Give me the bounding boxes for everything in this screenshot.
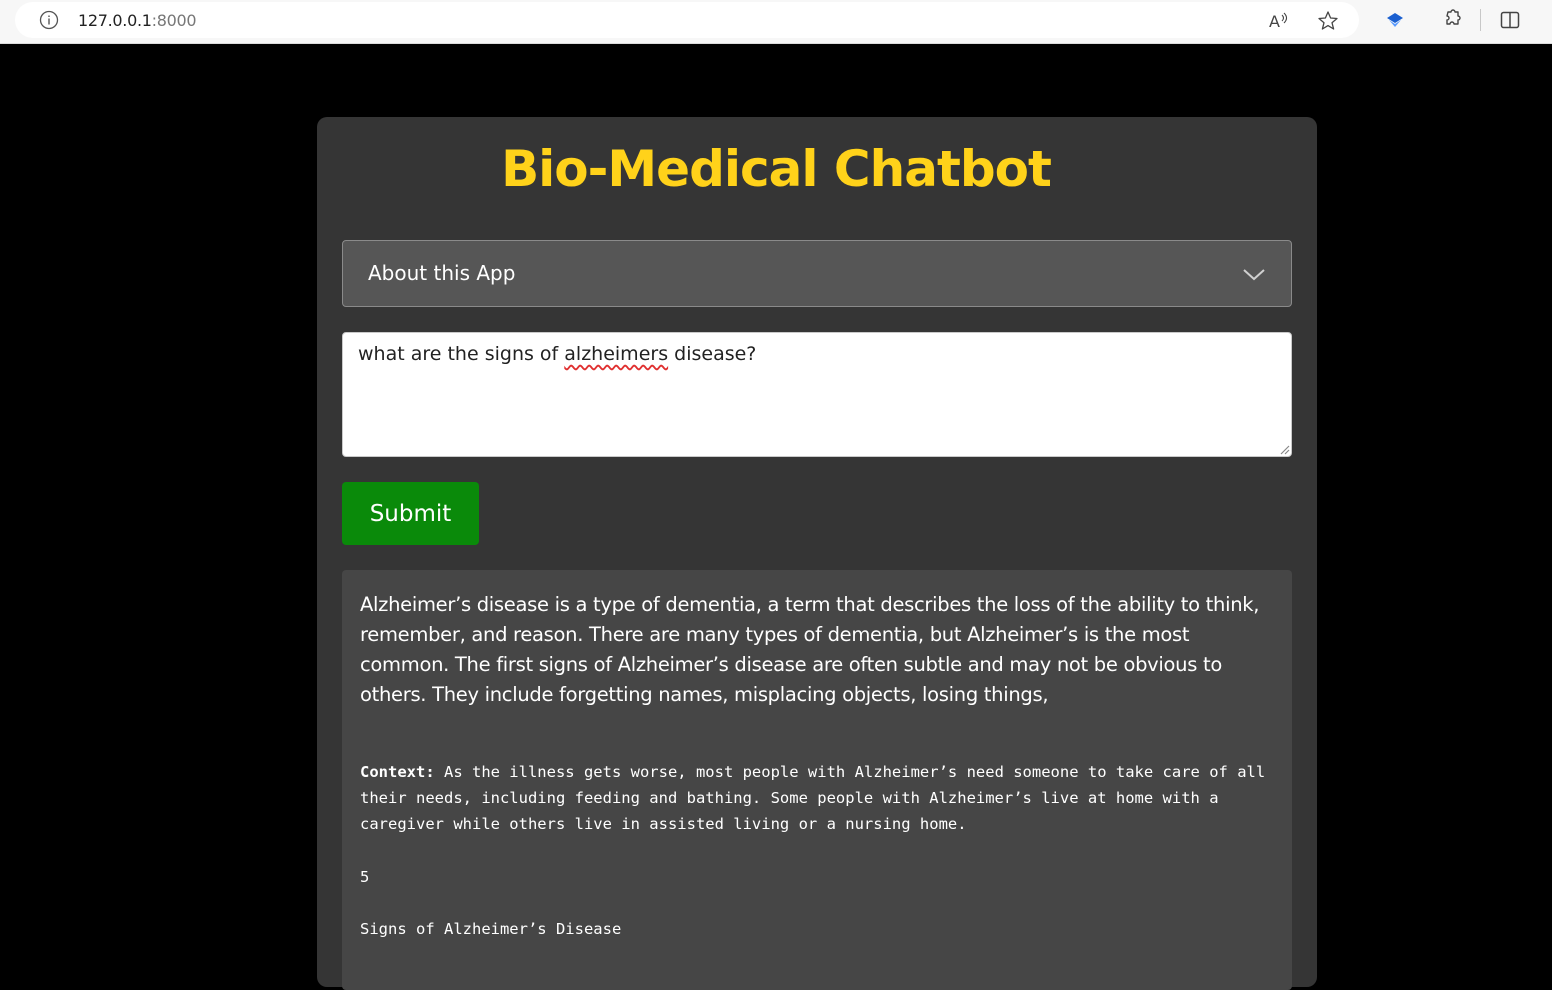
split-screen-icon[interactable] [1499, 9, 1521, 31]
answer-panel: Alzheimer’s disease is a type of dementi… [342, 570, 1292, 990]
url-host: 127.0.0.1 [78, 11, 152, 30]
extensions-puzzle-icon[interactable] [1440, 9, 1462, 31]
browser-toolbar: 127.0.0.1:8000 A [0, 0, 1552, 44]
expander-label: About this App [368, 261, 516, 285]
address-bar[interactable]: 127.0.0.1:8000 A [15, 2, 1359, 38]
url-text[interactable]: 127.0.0.1:8000 [78, 11, 197, 30]
svg-text:A: A [1269, 12, 1280, 31]
context-block: Context: As the illness gets worse, most… [360, 759, 1270, 837]
info-icon[interactable] [39, 10, 59, 30]
answer-body: Alzheimer’s disease is a type of dementi… [360, 593, 1260, 706]
submit-button[interactable]: Submit [342, 482, 479, 545]
chevron-down-icon [1243, 269, 1265, 281]
section-heading: Signs of Alzheimer’s Disease [360, 920, 622, 938]
page-number: 5 [360, 868, 370, 886]
about-app-expander[interactable]: About this App [342, 240, 1292, 307]
read-aloud-icon[interactable]: A [1268, 10, 1290, 32]
answer-text: Alzheimer’s disease is a type of dementi… [360, 590, 1265, 710]
query-text-start: what are the signs of [358, 343, 565, 365]
toolbar-separator [1480, 9, 1481, 31]
question-textarea[interactable]: what are the signs of alzheimers disease… [342, 332, 1292, 457]
page-title: Bio-Medical Chatbot [501, 140, 1052, 198]
query-misspelled-word: alzheimers [564, 343, 669, 365]
context-label: Context: [360, 763, 435, 781]
resize-handle-icon[interactable] [1279, 444, 1290, 455]
query-text-end: disease? [668, 343, 757, 365]
extension-shield-icon[interactable] [1384, 9, 1406, 31]
favorite-star-icon[interactable] [1317, 10, 1339, 32]
url-port: :8000 [151, 11, 197, 30]
context-text: As the illness gets worse, most people w… [360, 763, 1266, 833]
